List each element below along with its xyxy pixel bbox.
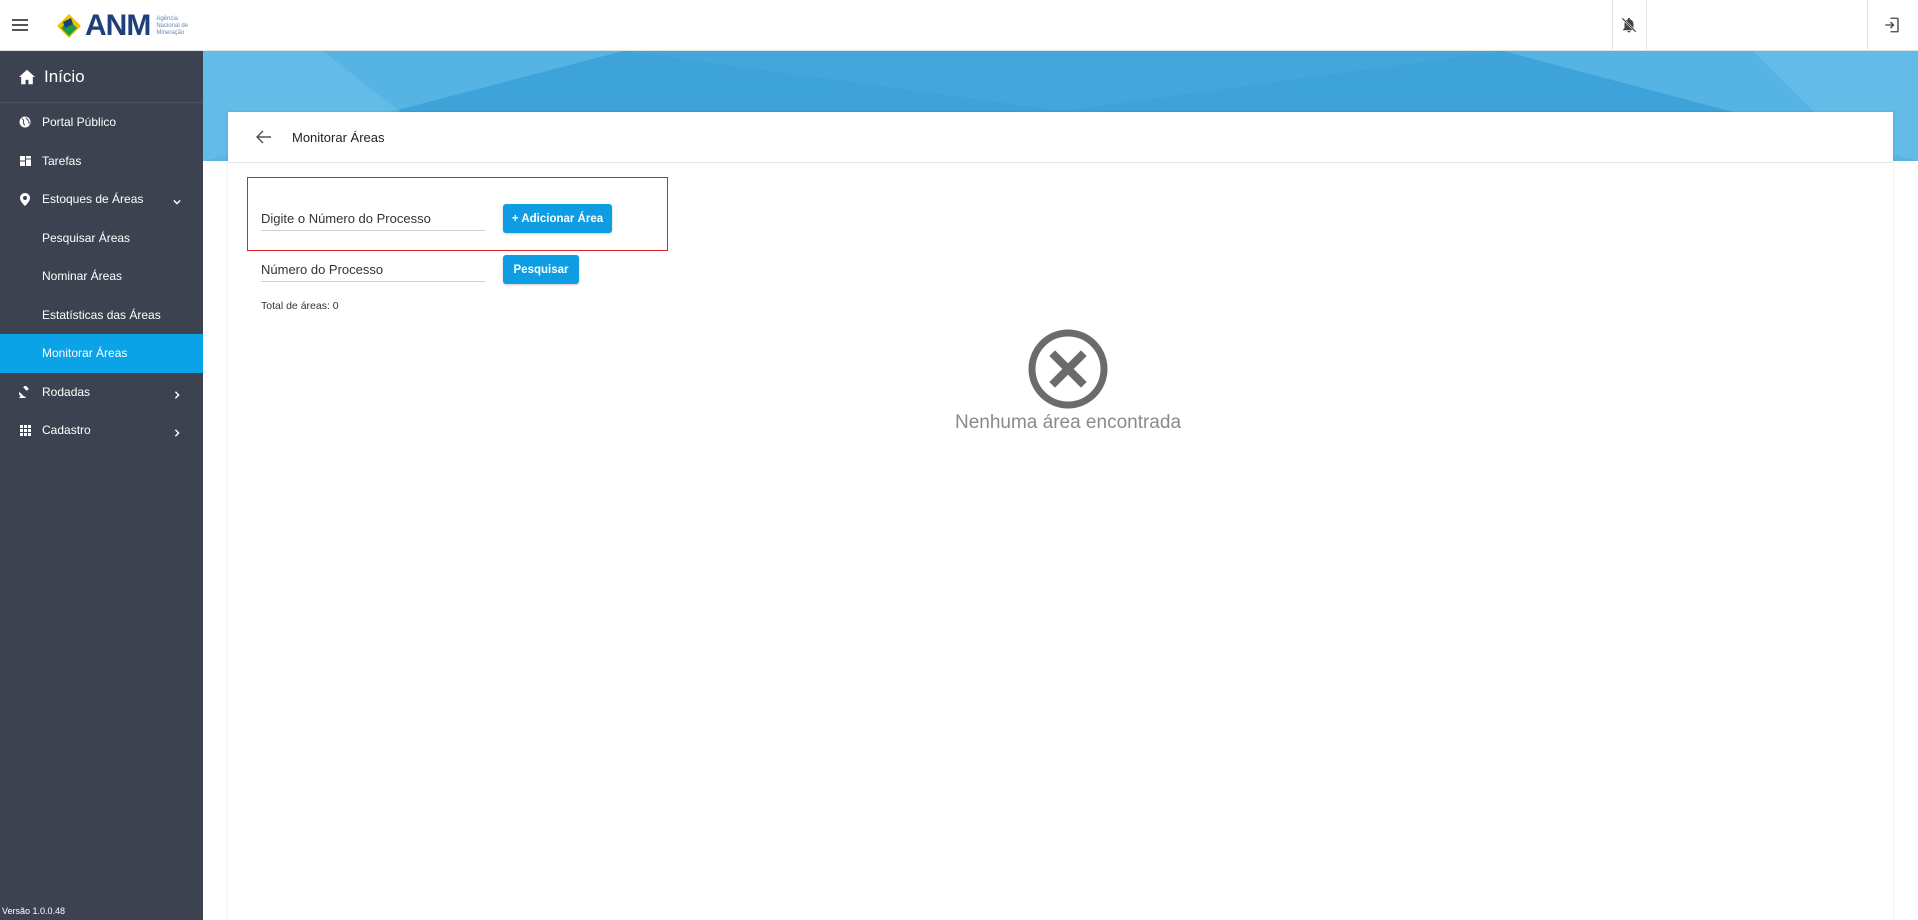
top-bar: ANM Agência Nacional de Mineração (0, 0, 1918, 51)
logo-subtitle: Agência Nacional de Mineração (156, 15, 189, 36)
back-arrow-icon[interactable] (256, 130, 272, 144)
logo-text: ANM (85, 9, 151, 42)
sidebar-subitem-label: Monitorar Áreas (42, 346, 128, 361)
logout-icon[interactable] (1883, 16, 1901, 34)
anm-logo-mark (55, 12, 83, 40)
gavel-icon (18, 385, 32, 399)
sidebar-home-label: Início (44, 66, 85, 86)
sidebar-subitem-label: Nominar Áreas (42, 269, 123, 284)
close-circle-icon (1028, 329, 1108, 409)
search-button[interactable]: Pesquisar (503, 255, 579, 284)
sidebar-item-label: Tarefas (42, 153, 82, 168)
search-process-field (261, 262, 485, 282)
main-content: Monitorar Áreas + Adicionar Área Pesquis… (203, 51, 1918, 920)
version-label: Versão 1.0.0.48 (2, 906, 66, 916)
topbar-divider (1612, 0, 1613, 51)
bell-off-icon[interactable] (1620, 16, 1638, 34)
grid-icon (18, 423, 32, 437)
sidebar-item-label: Portal Público (42, 115, 117, 130)
topbar-divider (1867, 0, 1868, 51)
sidebar-item-tarefas[interactable]: Tarefas (0, 142, 203, 181)
sidebar: Início Portal Público Tarefas Estoques d… (0, 51, 203, 920)
total-areas-count: Total de áreas: 0 (261, 300, 339, 312)
dashboard-icon (18, 154, 32, 168)
sidebar-item-portal-publico[interactable]: Portal Público (0, 103, 203, 142)
hamburger-icon[interactable] (12, 19, 28, 31)
sidebar-item-rodadas[interactable]: Rodadas (0, 373, 203, 412)
card-header: Monitorar Áreas (228, 112, 1893, 163)
topbar-divider (1646, 0, 1647, 51)
sidebar-subitem-label: Estatísticas das Áreas (42, 307, 161, 322)
sidebar-item-label: Rodadas (42, 384, 91, 399)
chevron-down-icon (173, 195, 181, 205)
page-title: Monitorar Áreas (292, 129, 385, 145)
empty-state-message: Nenhuma área encontrada (954, 412, 1182, 433)
sidebar-subitem-label: Pesquisar Áreas (42, 230, 131, 245)
sidebar-subitem-pesquisar-areas[interactable]: Pesquisar Áreas (0, 219, 203, 258)
search-process-input[interactable] (261, 262, 485, 277)
globe-icon (18, 115, 32, 129)
content-card: Monitorar Áreas + Adicionar Área Pesquis… (228, 112, 1893, 920)
chevron-right-icon (173, 426, 181, 437)
sidebar-item-cadastro[interactable]: Cadastro (0, 411, 203, 450)
add-area-button[interactable]: + Adicionar Área (503, 204, 612, 233)
sidebar-item-label: Estoques de Áreas (42, 192, 144, 207)
sidebar-subitem-monitorar-areas[interactable]: Monitorar Áreas (0, 334, 203, 373)
sidebar-item-label: Cadastro (42, 423, 91, 438)
add-process-field (261, 211, 485, 231)
sidebar-subitem-estatisticas-das-areas[interactable]: Estatísticas das Áreas (0, 296, 203, 335)
sidebar-item-home[interactable]: Início (0, 51, 203, 103)
location-pin-icon (18, 192, 32, 206)
sidebar-subitem-nominar-areas[interactable]: Nominar Áreas (0, 257, 203, 296)
sidebar-item-estoques-de-areas[interactable]: Estoques de Áreas (0, 180, 203, 219)
add-process-input[interactable] (261, 211, 485, 226)
anm-logo[interactable]: ANM Agência Nacional de Mineração (55, 10, 196, 42)
chevron-right-icon (173, 388, 181, 399)
home-icon (19, 69, 35, 84)
